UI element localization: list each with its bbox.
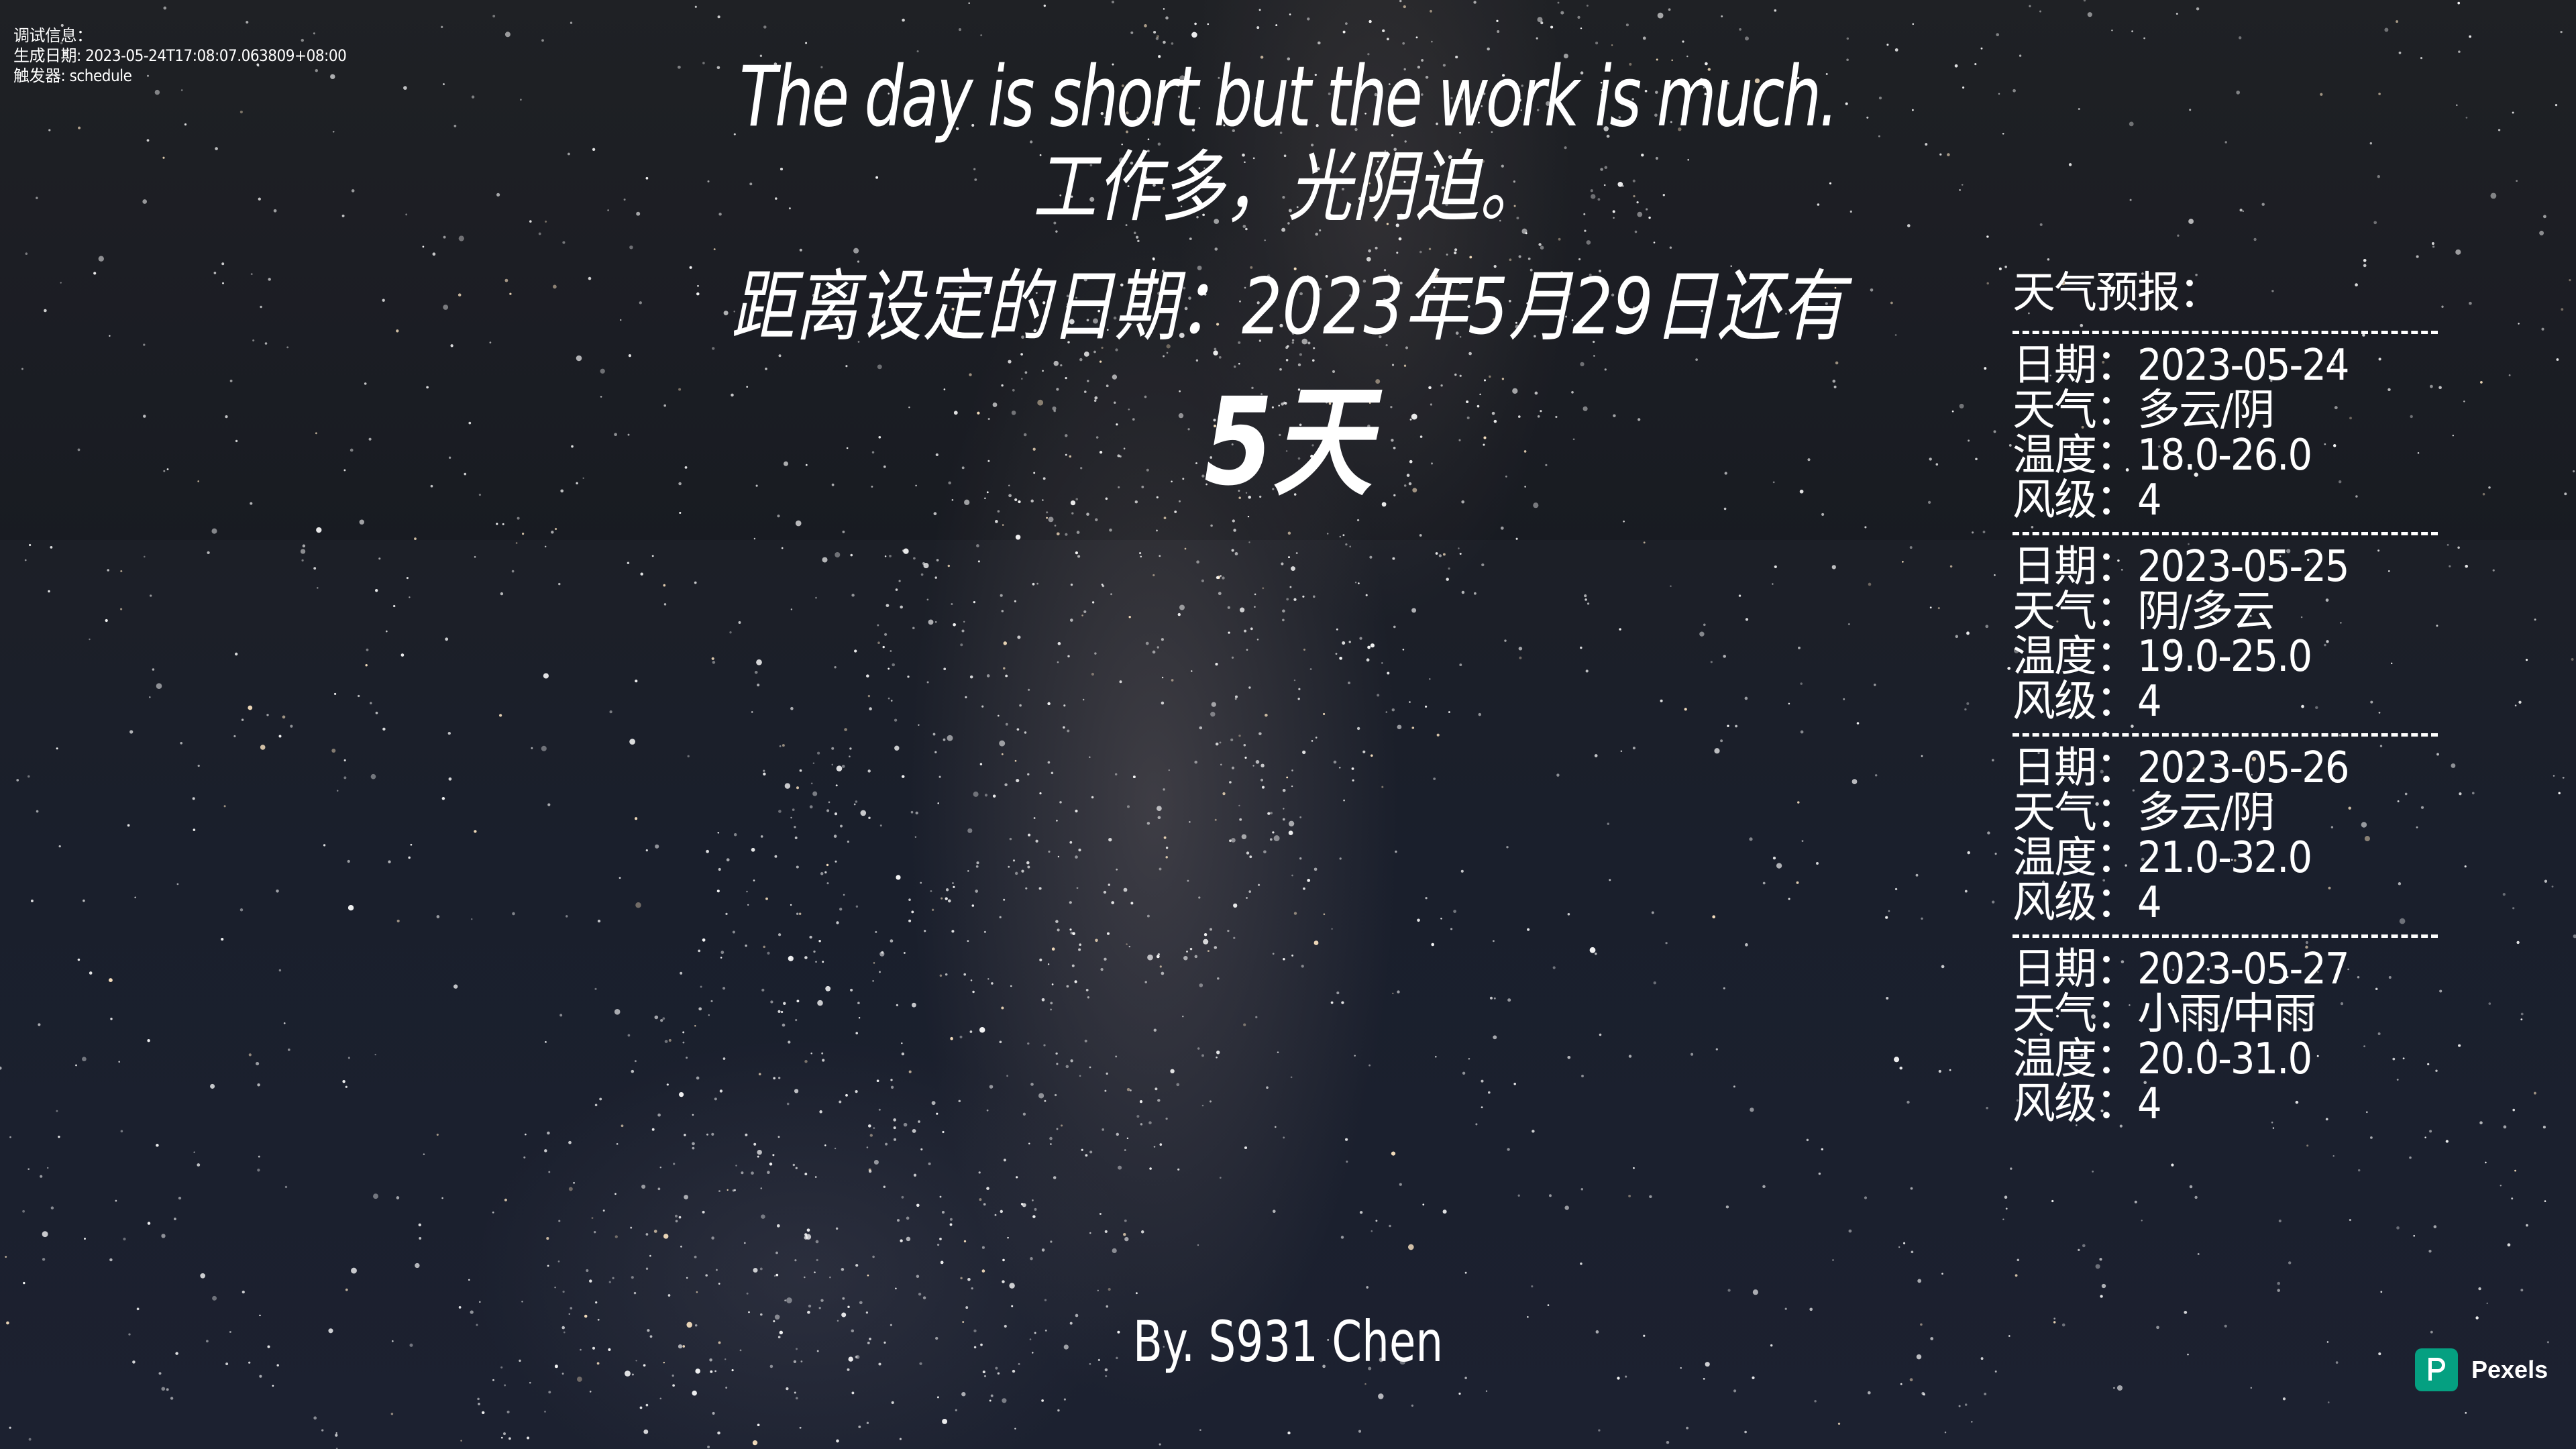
weather-day: 日期：2023-05-27 天气：小雨/中雨 温度：20.0-31.0 风级：4 [2012, 947, 2442, 1128]
weather-wind: 风级：4 [2012, 1079, 2162, 1129]
weather-wind: 风级：4 [2012, 677, 2162, 727]
debug-heading: 调试信息： [13, 26, 93, 45]
divider [2012, 331, 2438, 334]
weather-condition: 天气：多云/阴 [2012, 788, 2275, 838]
debug-generated-date: 生成日期: 2023-05-24T17:08:07.063809+08:00 [13, 46, 347, 65]
countdown-days: 5天 [1203, 372, 1373, 513]
weather-forecast: 天气预报： 日期：2023-05-24 天气：多云/阴 温度：18.0-26.0… [2012, 263, 2442, 1128]
countdown-text: 距离设定的日期：2023年5月29日还有 [731, 262, 1845, 352]
weather-condition: 天气：阴/多云 [2012, 587, 2275, 637]
weather-condition: 天气：小雨/中雨 [2012, 989, 2316, 1039]
weather-condition: 天气：多云/阴 [2012, 386, 2275, 435]
pexels-watermark: Pexels [2415, 1348, 2548, 1391]
weather-date: 日期：2023-05-27 [2012, 945, 2350, 994]
divider [2012, 934, 2438, 938]
weather-title: 天气预报： [2012, 268, 2222, 318]
weather-date: 日期：2023-05-26 [2012, 743, 2350, 793]
divider [2012, 532, 2438, 535]
debug-info: 调试信息： 生成日期: 2023-05-24T17:08:07.063809+0… [13, 25, 347, 86]
divider [2012, 733, 2438, 737]
weather-temperature: 温度：18.0-26.0 [2012, 431, 2312, 480]
quote-chinese: 工作多，光阴迫。 [1032, 142, 1544, 233]
weather-temperature: 温度：21.0-32.0 [2012, 833, 2312, 883]
weather-date: 日期：2023-05-25 [2012, 542, 2350, 592]
weather-date: 日期：2023-05-24 [2012, 341, 2350, 390]
weather-temperature: 温度：20.0-31.0 [2012, 1034, 2312, 1084]
weather-day: 日期：2023-05-24 天气：多云/阴 温度：18.0-26.0 风级：4 [2012, 343, 2442, 525]
weather-wind: 风级：4 [2012, 878, 2162, 928]
pexels-logo-icon [2415, 1348, 2458, 1391]
wallpaper: 调试信息： 生成日期: 2023-05-24T17:08:07.063809+0… [0, 0, 2576, 1449]
weather-day: 日期：2023-05-25 天气：阴/多云 温度：19.0-25.0 风级：4 [2012, 545, 2442, 726]
weather-temperature: 温度：19.0-25.0 [2012, 632, 2312, 682]
debug-trigger: 触发器: schedule [13, 66, 132, 85]
weather-day: 日期：2023-05-26 天气：多云/阴 温度：21.0-32.0 风级：4 [2012, 746, 2442, 927]
weather-wind: 风级：4 [2012, 476, 2162, 525]
author-credit: By. S931 Chen [1132, 1309, 1444, 1375]
quote-english: The day is short but the work is much. [739, 49, 1838, 146]
pexels-label: Pexels [2471, 1356, 2548, 1383]
